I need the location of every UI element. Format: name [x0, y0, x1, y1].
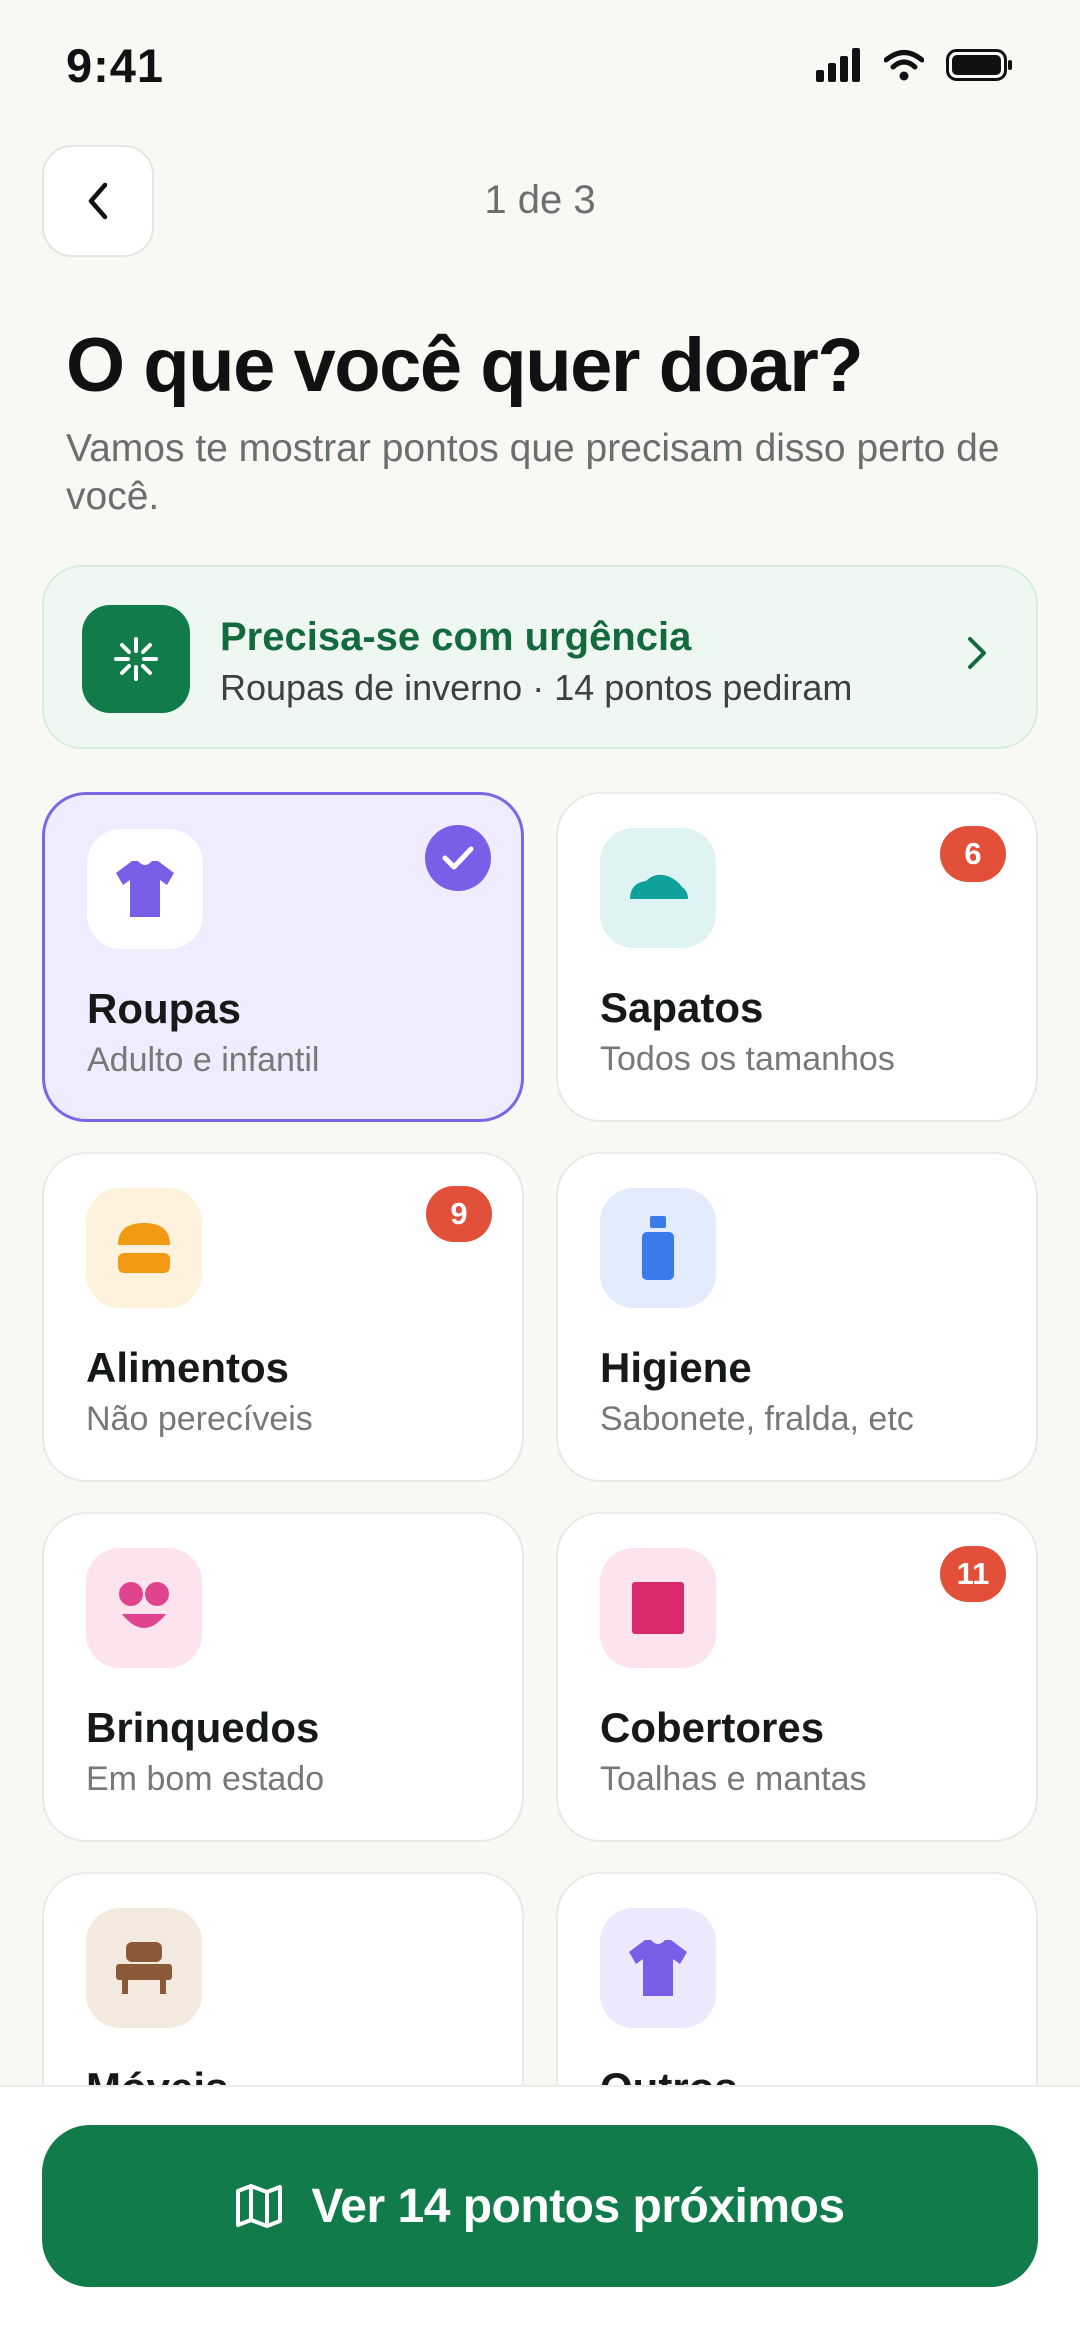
map-icon: [236, 2184, 283, 2228]
wifi-icon: [884, 50, 924, 81]
page-subtitle: Vamos te mostrar pontos que precisam dis…: [66, 427, 1000, 518]
category-name: Sapatos: [600, 984, 764, 1031]
cta-label: Ver 14 pontos próximos: [311, 2179, 845, 2233]
category-name: Higiene: [600, 1344, 752, 1391]
status-time: 9:41: [66, 39, 165, 92]
category-card-roupas[interactable]: Roupas Adulto e infantil: [42, 792, 524, 1122]
category-card-brinquedos[interactable]: Brinquedos Em bom estado: [42, 1512, 524, 1842]
page-title: O que você quer doar?: [66, 323, 864, 408]
see-nearby-points-button[interactable]: Ver 14 pontos próximos: [42, 2125, 1038, 2287]
category-card-alimentos[interactable]: 9 Alimentos Não perecíveis: [42, 1152, 524, 1482]
category-card-higiene[interactable]: Higiene Sabonete, fralda, etc: [556, 1152, 1038, 1482]
burger-icon: [86, 1188, 202, 1308]
category-desc: Sabonete, fralda, etc: [600, 1400, 914, 1438]
armchair-icon: [86, 1908, 202, 2028]
category-name: Brinquedos: [86, 1704, 320, 1751]
blanket-icon: [600, 1548, 716, 1668]
category-desc: Em bom estado: [86, 1760, 325, 1798]
toy-face-icon: [86, 1548, 202, 1668]
category-name: Cobertores: [600, 1704, 825, 1751]
selected-check-icon: [425, 825, 491, 891]
category-card-cobertores[interactable]: 11 Cobertores Toalhas e mantas: [556, 1512, 1038, 1842]
category-desc: Todos os tamanhos: [600, 1040, 895, 1078]
signal-icon: [816, 48, 860, 82]
category-name: Roupas: [87, 985, 242, 1032]
shoe-icon: [600, 828, 716, 948]
soap-bottle-icon: [600, 1188, 716, 1308]
bottom-bar: Ver 14 pontos próximos: [0, 2085, 1080, 2342]
status-bar: 9:41: [0, 0, 1080, 130]
sparkle-icon: [82, 605, 190, 713]
category-card-sapatos[interactable]: 6 Sapatos Todos os tamanhos: [556, 792, 1038, 1122]
shirt-icon: [600, 1908, 716, 2028]
status-icons: [816, 48, 1014, 82]
category-name: Alimentos: [86, 1344, 290, 1391]
category-desc: Não perecíveis: [86, 1400, 313, 1438]
category-badge: 6: [940, 826, 1006, 882]
battery-icon: [946, 49, 1012, 81]
shirt-icon: [87, 829, 203, 949]
urgent-title: Precisa-se com urgência: [220, 615, 692, 659]
category-desc: Toalhas e mantas: [600, 1760, 867, 1798]
step-indicator: 1 de 3: [484, 178, 596, 222]
urgent-subtitle: Roupas de inverno · 14 pontos pediram: [220, 667, 853, 708]
category-badge: 11: [940, 1546, 1006, 1602]
category-desc: Adulto e infantil: [87, 1041, 320, 1079]
urgent-banner[interactable]: Precisa-se com urgência Roupas de invern…: [42, 565, 1038, 749]
chevron-right-icon: [968, 637, 986, 669]
category-badge: 9: [426, 1186, 492, 1242]
